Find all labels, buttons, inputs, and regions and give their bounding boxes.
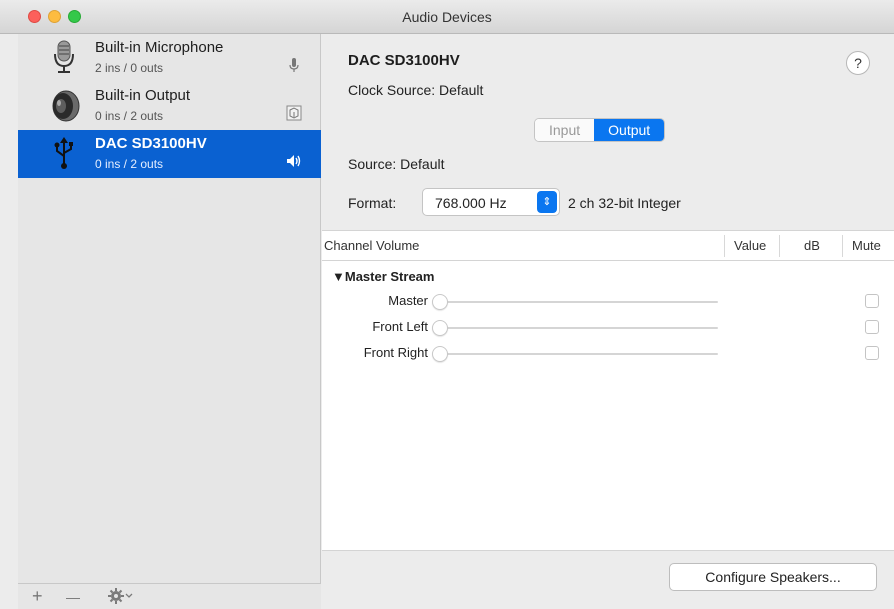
add-device-button[interactable]: + (32, 586, 43, 607)
device-list: Built-in Microphone 2 ins / 0 outs Built… (18, 34, 321, 609)
column-divider (724, 235, 725, 257)
window-title: Audio Devices (402, 9, 492, 25)
gear-icon (108, 588, 133, 604)
volume-slider-track[interactable] (440, 353, 718, 355)
output-badge-icon (286, 105, 302, 121)
device-header: DAC SD3100HV Clock Source: Default ? (322, 34, 894, 129)
column-header-value[interactable]: Value (734, 238, 766, 253)
table-header: Channel Volume Value dB Mute (322, 231, 894, 261)
source-label: Source: Default (348, 156, 445, 172)
volume-slider-knob[interactable] (432, 346, 448, 362)
format-value: 768.000 Hz (435, 195, 507, 211)
table-row: Front Left (322, 315, 894, 339)
chevron-down-icon (125, 593, 133, 598)
device-name: DAC SD3100HV (95, 135, 207, 152)
format-select[interactable]: 768.000 Hz ⇕ (422, 188, 560, 216)
table-row: Front Right (322, 341, 894, 365)
usb-icon (54, 137, 73, 169)
table-row: Master (322, 289, 894, 313)
device-name: Built-in Microphone (95, 39, 224, 56)
configure-speakers-button[interactable]: Configure Speakers... (669, 563, 877, 591)
volume-slider-knob[interactable] (432, 294, 448, 310)
device-item-dac-sd3100hv[interactable]: DAC SD3100HV 0 ins / 2 outs (18, 130, 321, 178)
mute-checkbox[interactable] (865, 346, 879, 360)
column-header-mute[interactable]: Mute (852, 238, 881, 253)
volume-slider-track[interactable] (440, 327, 718, 329)
mute-checkbox[interactable] (865, 320, 879, 334)
channel-label: Master (388, 293, 428, 308)
title-bar: Audio Devices (0, 0, 894, 34)
microphone-badge-icon (289, 58, 299, 72)
speaker-volume-icon (287, 155, 301, 167)
device-title: DAC SD3100HV (348, 52, 460, 69)
master-stream-group[interactable]: ▼Master Stream (332, 269, 434, 284)
device-item-built-in-output[interactable]: Built-in Output 0 ins / 2 outs (18, 82, 321, 130)
channel-volume-table: Channel Volume Value dB Mute ▼Master Str… (322, 230, 894, 550)
channel-label: Front Right (363, 345, 428, 360)
format-description: 2 ch 32-bit Integer (568, 195, 681, 211)
help-button[interactable]: ? (846, 51, 870, 75)
column-header-channel-volume[interactable]: Channel Volume (324, 238, 419, 253)
remove-device-button[interactable]: — (66, 589, 80, 605)
format-label: Format: (348, 195, 397, 211)
gear-menu-button[interactable] (108, 587, 134, 609)
speaker-icon (52, 90, 80, 122)
column-header-db[interactable]: dB (804, 238, 820, 253)
device-io-count: 2 ins / 0 outs (95, 61, 164, 75)
microphone-icon (54, 40, 74, 73)
chevron-updown-icon: ⇕ (537, 191, 557, 213)
sidebar-toolbar: + — (18, 583, 321, 609)
device-io-count: 0 ins / 2 outs (95, 157, 164, 171)
column-divider (779, 235, 780, 257)
mute-checkbox[interactable] (865, 294, 879, 308)
device-name: Built-in Output (95, 87, 191, 104)
stream-info: Source: Default Format: 768.000 Hz ⇕ 2 c… (322, 130, 894, 230)
column-divider (842, 235, 843, 257)
volume-slider-knob[interactable] (432, 320, 448, 336)
channel-label: Front Left (372, 319, 428, 334)
device-detail-pane: DAC SD3100HV Clock Source: Default ? Inp… (322, 34, 894, 609)
audio-devices-window: Audio Devices Built-in Microphone 2 ins … (0, 0, 894, 609)
device-io-count: 0 ins / 2 outs (95, 109, 164, 123)
clock-source: Clock Source: Default (348, 82, 484, 98)
device-item-built-in-microphone[interactable]: Built-in Microphone 2 ins / 0 outs (18, 34, 321, 82)
volume-slider-track[interactable] (440, 301, 718, 303)
bottom-toolbar: Configure Speakers... (322, 550, 894, 609)
